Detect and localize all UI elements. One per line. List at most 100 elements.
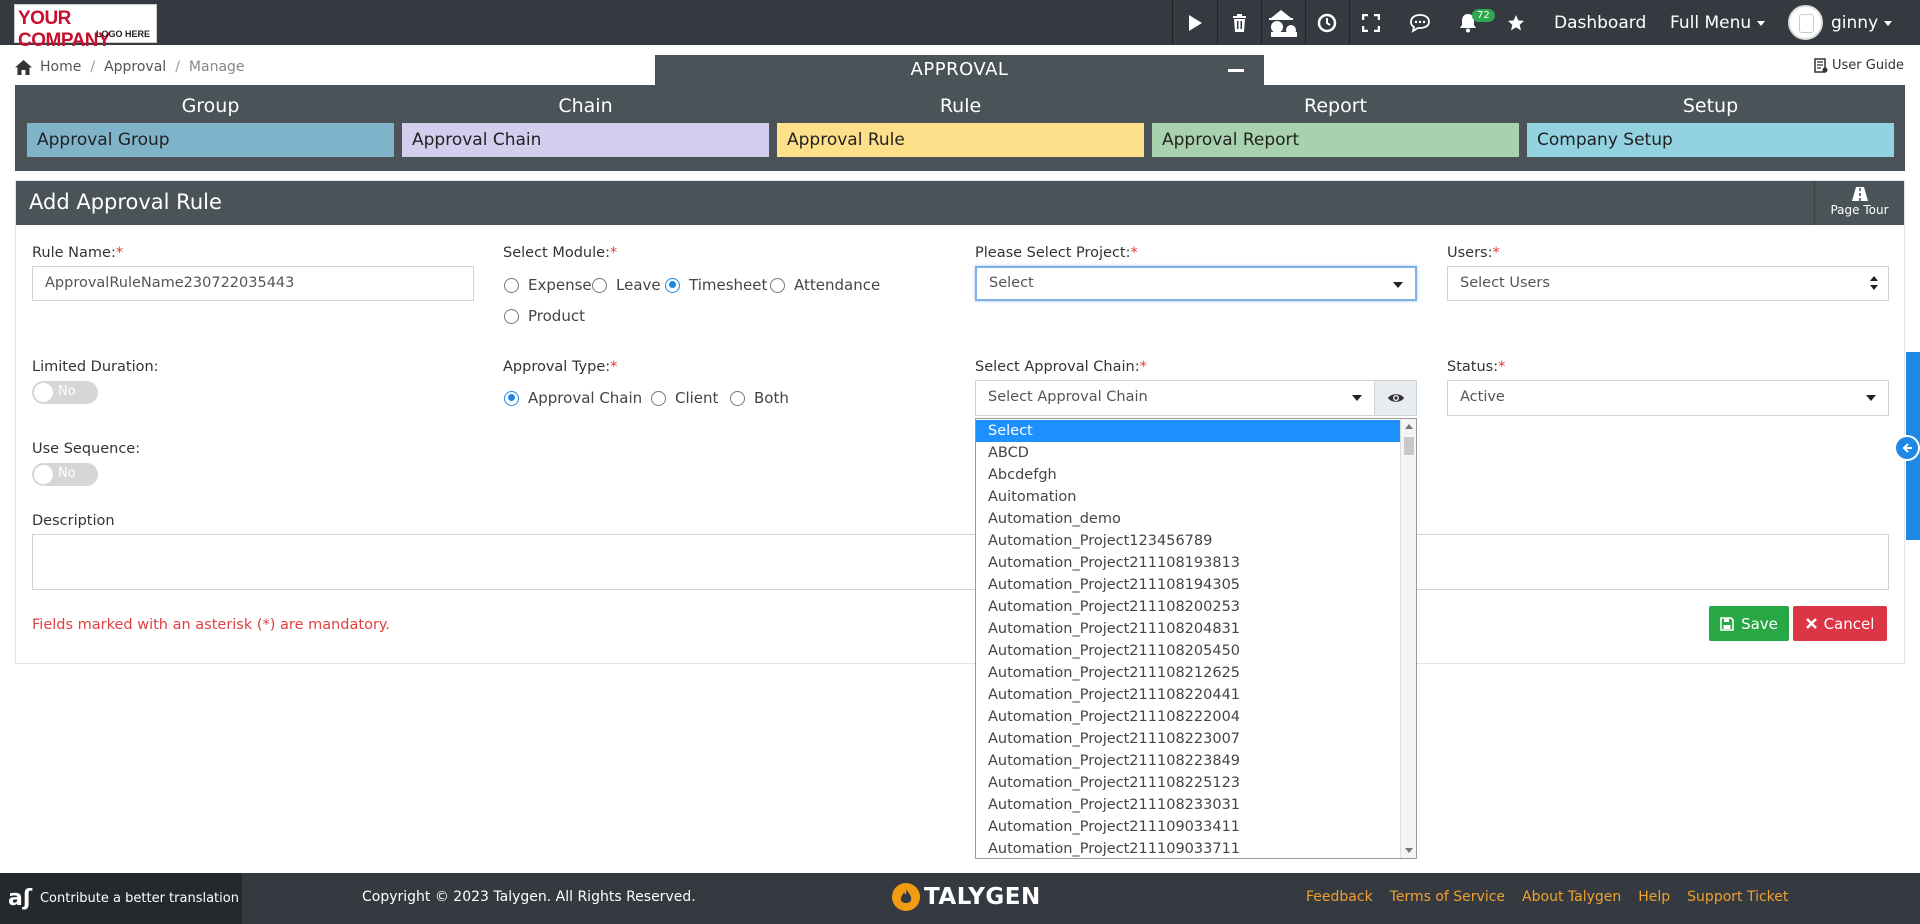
menu-item-approval-report[interactable]: Approval Report: [1152, 123, 1519, 157]
view-chain-button[interactable]: [1374, 380, 1417, 416]
dropdown-option[interactable]: Automation_Project211108194305: [976, 574, 1401, 596]
approval-type-radio-client[interactable]: Client: [651, 389, 718, 407]
floppy-disk-icon: [1720, 616, 1734, 631]
contribute-translation-link[interactable]: aʃ Contribute a better translation: [0, 873, 242, 924]
dropdown-option[interactable]: Automation_Project211108233031: [976, 794, 1401, 816]
star-icon[interactable]: [1494, 0, 1538, 45]
dropdown-option[interactable]: Automation_Project211108223007: [976, 728, 1401, 750]
approval-type-label: Approval Type:*: [503, 359, 618, 375]
eye-icon: [1387, 394, 1404, 402]
footer-link-feedback[interactable]: Feedback: [1306, 889, 1373, 905]
dropdown-option[interactable]: Automation_Project211108205450: [976, 640, 1401, 662]
page-tour-button[interactable]: Page Tour: [1814, 181, 1904, 225]
users-select[interactable]: Select Users: [1447, 266, 1889, 301]
contribute-label: Contribute a better translation: [39, 891, 239, 906]
dropdown-scrollbar[interactable]: [1400, 419, 1416, 858]
dropdown-option[interactable]: Automation_Project211108222004: [976, 706, 1401, 728]
save-button[interactable]: Save: [1709, 606, 1789, 641]
dropdown-option[interactable]: Auitomation: [976, 486, 1401, 508]
dropdown-option[interactable]: Abcdefgh: [976, 464, 1401, 486]
sort-arrows-icon: [1870, 275, 1878, 291]
menu-item-approval-group[interactable]: Approval Group: [27, 123, 394, 157]
wizard-icon[interactable]: [1261, 0, 1305, 45]
arrow-left-circle-icon[interactable]: [1894, 435, 1920, 461]
status-select-value: Active: [1460, 389, 1505, 405]
dropdown-option[interactable]: Automation_Project211108193813: [976, 552, 1401, 574]
status-select[interactable]: Active: [1447, 380, 1889, 416]
module-radio-expense[interactable]: Expense: [504, 276, 592, 294]
scroll-down-icon[interactable]: [1405, 848, 1413, 853]
approval-panel-title: APPROVAL: [910, 59, 1009, 80]
top-navbar: YOUR COMPANY LOGO HERE 72 Dashboard Full…: [0, 0, 1920, 51]
chevron-down-icon: [1352, 395, 1362, 401]
road-icon: [1851, 187, 1868, 201]
footer-link-about[interactable]: About Talygen: [1522, 889, 1621, 905]
menu-item-approval-chain[interactable]: Approval Chain: [402, 123, 769, 157]
save-button-label: Save: [1741, 614, 1778, 633]
mandatory-note: Fields marked with an asterisk (*) are m…: [32, 617, 391, 633]
clock-icon[interactable]: [1305, 0, 1349, 45]
add-approval-rule-card: Add Approval Rule Page Tour: [15, 180, 1905, 664]
translate-icon: aʃ: [8, 886, 32, 911]
footer-link-help[interactable]: Help: [1638, 889, 1670, 905]
menu-item-approval-rule[interactable]: Approval Rule: [777, 123, 1144, 157]
dropdown-option[interactable]: Select: [976, 420, 1401, 442]
trash-icon[interactable]: [1217, 0, 1261, 45]
dropdown-option[interactable]: Automation_Project211108200253: [976, 596, 1401, 618]
project-select-value: Select: [989, 275, 1034, 291]
dropdown-option[interactable]: ABCD: [976, 442, 1401, 464]
dropdown-option[interactable]: Automation_Project211108220441: [976, 684, 1401, 706]
brand-name: TALYGEN: [924, 884, 1041, 910]
project-select[interactable]: Select: [975, 266, 1417, 301]
dropdown-option[interactable]: Automation_Project211108212625: [976, 662, 1401, 684]
use-sequence-toggle[interactable]: No: [32, 463, 98, 486]
select-module-label: Select Module:*: [503, 245, 618, 261]
approval-chain-dropdown-list[interactable]: Select ABCD Abcdefgh Auitomation Automat…: [975, 418, 1417, 859]
approval-type-radio-chain[interactable]: Approval Chain: [504, 389, 642, 407]
module-radio-product[interactable]: Product: [504, 307, 585, 325]
fullscreen-icon[interactable]: [1349, 0, 1393, 45]
module-radio-leave[interactable]: Leave: [592, 276, 661, 294]
dropdown-option[interactable]: Automation_Project211108204831: [976, 618, 1401, 640]
menu-item-company-setup[interactable]: Company Setup: [1527, 123, 1894, 157]
dropdown-option[interactable]: Automation_Project211109033411: [976, 816, 1401, 838]
bell-icon[interactable]: [1446, 0, 1490, 45]
notification-count-badge: 72: [1472, 9, 1495, 22]
project-label: Please Select Project:*: [975, 245, 1138, 261]
chevron-down-icon: [1757, 20, 1766, 26]
dropdown-option[interactable]: Automation_Project123456789: [976, 530, 1401, 552]
scroll-up-icon[interactable]: [1405, 424, 1413, 429]
play-icon[interactable]: [1173, 0, 1217, 45]
dropdown-option[interactable]: Automation_Project211108223849: [976, 750, 1401, 772]
limited-duration-toggle[interactable]: No: [32, 381, 98, 404]
collapse-icon[interactable]: [1228, 69, 1244, 72]
dropdown-option[interactable]: Automation_demo: [976, 508, 1401, 530]
dropdown-option[interactable]: Automation_Project211108225123: [976, 772, 1401, 794]
footer-link-support-ticket[interactable]: Support Ticket: [1687, 889, 1788, 905]
book-icon: [1814, 58, 1828, 73]
avatar[interactable]: [1788, 5, 1823, 40]
rule-name-input[interactable]: ApprovalRuleName230722035443: [32, 266, 474, 301]
chat-icon[interactable]: [1398, 0, 1442, 45]
dashboard-link[interactable]: Dashboard: [1554, 13, 1646, 33]
menu-heading-chain: Chain: [558, 95, 613, 117]
cancel-button[interactable]: Cancel: [1793, 606, 1887, 641]
dropdown-option[interactable]: Automation_Project211109033711: [976, 838, 1401, 858]
user-guide-link[interactable]: User Guide: [1814, 58, 1904, 73]
breadcrumb-home[interactable]: Home: [40, 59, 81, 75]
menu-heading-setup: Setup: [1682, 95, 1739, 117]
approval-chain-select[interactable]: Select Approval Chain: [975, 380, 1375, 416]
user-menu-dropdown[interactable]: ginny: [1831, 13, 1893, 33]
scrollbar-thumb[interactable]: [1404, 437, 1414, 455]
company-logo[interactable]: YOUR COMPANY LOGO HERE: [14, 4, 157, 51]
module-radio-attendance[interactable]: Attendance: [770, 276, 880, 294]
approval-type-radio-both[interactable]: Both: [730, 389, 789, 407]
module-radio-timesheet[interactable]: Timesheet: [665, 276, 767, 294]
use-sequence-label: Use Sequence:: [32, 441, 141, 457]
full-menu-dropdown[interactable]: Full Menu: [1670, 13, 1766, 33]
menu-column-report: Report Approval Report: [1152, 85, 1519, 171]
description-textarea[interactable]: [32, 534, 1889, 590]
breadcrumb-approval[interactable]: Approval: [104, 59, 166, 75]
footer-link-terms[interactable]: Terms of Service: [1390, 889, 1505, 905]
description-label: Description: [32, 513, 115, 529]
